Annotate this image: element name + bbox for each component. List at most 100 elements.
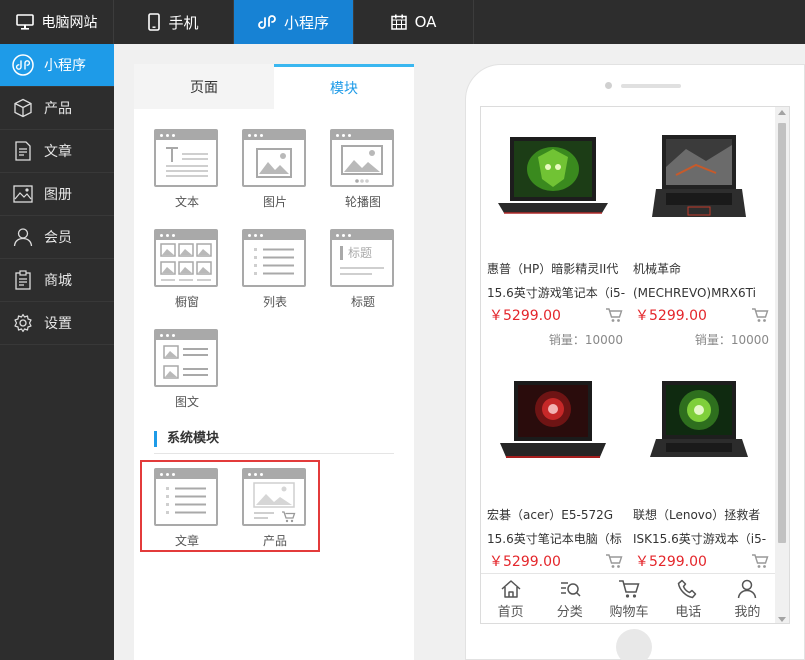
title-bar-mark	[340, 246, 343, 260]
phone-scrollbar[interactable]	[775, 107, 789, 623]
phone-preview: 惠普（HP）暗影精灵II代 15.6英寸游戏笔记本（i5- ￥5299.00 销量…	[465, 64, 805, 660]
sidebar-item-label: 小程序	[44, 58, 86, 74]
phone-speaker	[621, 84, 681, 88]
sidebar-item-products[interactable]: 产品	[0, 87, 114, 130]
tab-category[interactable]: 分类	[540, 574, 599, 623]
sidebar-item-label: 文章	[44, 144, 72, 160]
list-module-icon	[242, 229, 306, 287]
tab-desktop-site[interactable]: 电脑网站	[0, 0, 114, 44]
category-search-icon	[560, 582, 581, 597]
cart-icon[interactable]	[751, 553, 769, 569]
left-sidebar: 小程序 产品 文章 图册 会员 商城 设置	[0, 44, 114, 660]
scroll-down-arrow[interactable]	[778, 617, 786, 622]
cart-icon[interactable]	[751, 307, 769, 323]
product-price: ￥5299.00	[489, 308, 561, 324]
tab-oa[interactable]: OA	[354, 0, 474, 44]
module-label: 图文	[174, 395, 199, 409]
tab-label: 首页	[497, 605, 524, 620]
tab-modules[interactable]: 模块	[274, 64, 414, 109]
section-divider	[154, 453, 394, 454]
cart-icon	[619, 580, 640, 598]
sidebar-item-miniprogram[interactable]: 小程序	[0, 44, 114, 87]
tab-label: 我的	[734, 605, 761, 620]
product-title: 宏碁（acer）E5-572G 15.6英寸笔记本电脑（标	[487, 508, 622, 546]
system-modules-heading: 系统模块	[154, 431, 394, 447]
module-picture[interactable]: 图片	[242, 129, 308, 210]
image-icon	[12, 183, 34, 205]
cart-icon[interactable]	[605, 553, 623, 569]
module-carousel[interactable]: 轮播图	[330, 129, 396, 210]
miniprogram-icon	[12, 54, 34, 76]
module-label: 标题	[350, 295, 375, 309]
top-navigation-bar: 电脑网站 手机 小程序 OA	[0, 0, 805, 44]
tab-cart[interactable]: 购物车	[599, 574, 658, 623]
phone-icon	[148, 13, 161, 31]
sidebar-item-mall[interactable]: 商城	[0, 259, 114, 302]
module-panel: 页面 模块 文本 图片 轮播图 橱窗 列表 标题 标题 图文 系统模块 文章 产…	[134, 64, 414, 660]
document-icon	[12, 140, 34, 162]
box-icon	[12, 97, 34, 119]
image-text-module-icon	[154, 329, 218, 387]
user-icon	[12, 226, 34, 248]
module-label: 轮播图	[344, 195, 381, 209]
sidebar-item-albums[interactable]: 图册	[0, 173, 114, 216]
product-image	[629, 353, 769, 493]
sidebar-item-label: 会员	[44, 230, 72, 246]
tab-mine[interactable]: 我的	[718, 574, 777, 623]
module-label: 文本	[174, 195, 199, 209]
module-list[interactable]: 列表	[242, 229, 308, 310]
panel-tabs: 页面 模块	[134, 64, 414, 109]
sidebar-item-label: 设置	[44, 316, 72, 332]
sidebar-item-articles[interactable]: 文章	[0, 130, 114, 173]
tab-label: 分类	[556, 605, 583, 620]
user-icon	[738, 579, 757, 599]
title-module-icon: 标题	[330, 229, 394, 287]
tab-mobile[interactable]: 手机	[114, 0, 234, 44]
module-text[interactable]: 文本	[154, 129, 220, 210]
module-showcase[interactable]: 橱窗	[154, 229, 220, 310]
tab-mobile-label: 手机	[168, 13, 199, 32]
product-title: 联想（Lenovo）拯救者 ISK15.6英寸游戏本（i5-	[633, 508, 767, 546]
module-title[interactable]: 标题 标题	[330, 229, 396, 310]
showcase-module-icon	[154, 229, 218, 287]
tab-oa-label: OA	[414, 13, 437, 31]
carousel-module-icon	[330, 129, 394, 187]
tab-home[interactable]: 首页	[481, 574, 540, 623]
calendar-icon	[390, 14, 407, 30]
tab-label: 购物车	[609, 605, 649, 620]
selection-highlight-box	[140, 460, 320, 552]
telephone-icon	[677, 579, 697, 599]
picture-module-icon	[242, 129, 306, 187]
product-price: ￥5299.00	[489, 554, 561, 570]
scroll-up-arrow[interactable]	[778, 110, 786, 115]
phone-screen: 惠普（HP）暗影精灵II代 15.6英寸游戏笔记本（i5- ￥5299.00 销量…	[480, 106, 790, 624]
tab-label: 电话	[675, 605, 702, 620]
sidebar-item-label: 图册	[44, 187, 72, 203]
title-module-text: 标题	[348, 246, 373, 260]
product-image	[483, 107, 623, 247]
tab-miniprogram-label: 小程序	[283, 13, 329, 32]
sidebar-item-members[interactable]: 会员	[0, 216, 114, 259]
miniprogram-icon	[258, 15, 276, 29]
sidebar-item-label: 产品	[44, 101, 72, 117]
scroll-thumb[interactable]	[778, 123, 786, 543]
tab-desktop-site-label: 电脑网站	[41, 15, 98, 31]
phone-home-button	[616, 629, 652, 660]
product-sales: 销量：10000	[548, 333, 623, 347]
tab-phone[interactable]: 电话	[659, 574, 718, 623]
product-sales: 销量：10000	[694, 333, 769, 347]
sidebar-item-settings[interactable]: 设置	[0, 302, 114, 345]
home-icon	[501, 580, 521, 598]
module-image-text[interactable]: 图文	[154, 329, 220, 410]
phone-camera	[605, 82, 612, 89]
module-label: 图片	[262, 195, 287, 209]
phone-tab-bar: 首页 分类 购物车 电话 我的	[481, 573, 777, 623]
cart-icon[interactable]	[605, 307, 623, 323]
monitor-icon	[15, 14, 34, 30]
module-label: 橱窗	[174, 295, 199, 309]
product-price: ￥5299.00	[635, 308, 707, 324]
tab-pages[interactable]: 页面	[134, 64, 274, 109]
product-title: 惠普（HP）暗影精灵II代 15.6英寸游戏笔记本（i5-	[487, 262, 625, 300]
tab-miniprogram[interactable]: 小程序	[234, 0, 354, 44]
clipboard-icon	[12, 269, 34, 291]
